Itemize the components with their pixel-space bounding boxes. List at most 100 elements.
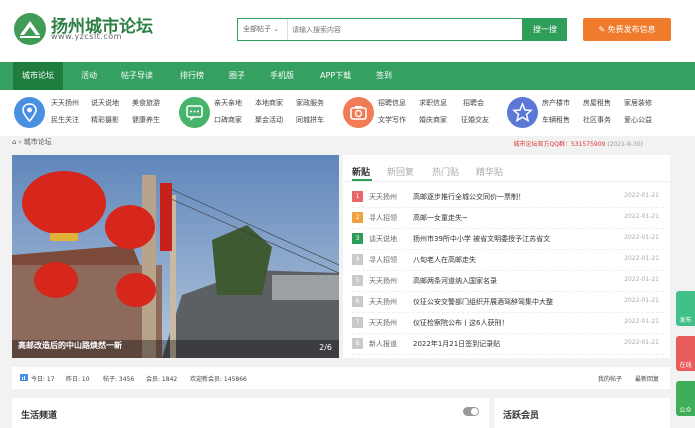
post-rank: 7: [352, 317, 363, 328]
post-row[interactable]: 1 天天扬州 高邮逐步推行全城公交同价一票制！ 2022-01-21: [352, 187, 664, 208]
cat-link[interactable]: 健康养生: [132, 115, 160, 125]
post-row[interactable]: 3 谈天说地 扬州市39所中小学 被省文明委授予江苏省文 2022-01-21: [352, 229, 664, 250]
post-category[interactable]: 谈天说地: [369, 234, 397, 244]
stats-threads: 帖子: 3456: [103, 376, 135, 383]
stats-yesterday: 昨日: 10: [66, 376, 90, 383]
tab-new-replies[interactable]: 新回复: [387, 165, 414, 178]
cat-link[interactable]: 口碑商家: [214, 115, 242, 125]
post-tabs-panel: 新贴 新回复 热门贴 精华贴 1 天天扬州 高邮逐步推行全城公交同价一票制！ 2022…: [343, 155, 670, 358]
cat-link[interactable]: 求职信息: [419, 98, 447, 108]
post-row[interactable]: 7 天天扬州 仪征检察院公布丨这6人获刑！ 2022-01-21: [352, 313, 664, 334]
cat-link[interactable]: 本地商家: [255, 98, 283, 108]
stats-bar: 今日: 17 昨日: 10 帖子: 3456 会员: 1842 欢迎新会员: 1…: [12, 367, 670, 389]
side-wechat-button[interactable]: 公众: [676, 381, 695, 416]
post-row[interactable]: 5 天天扬州 高邮两条河道纳入国家名录 2022-01-21: [352, 271, 664, 292]
nav-app-download[interactable]: APP下载: [320, 62, 351, 90]
post-row[interactable]: 2 寻人招领 高邮一女童走失~ 2022-01-21: [352, 208, 664, 229]
cat-link[interactable]: 民生关注: [51, 115, 79, 125]
main-nav: 城市论坛 活动 帖子导读 排行榜 圈子 手机版 APP下载 签到: [0, 62, 695, 90]
star-icon[interactable]: [507, 97, 538, 128]
cat-link[interactable]: 文学写作: [378, 115, 406, 125]
post-button-label: 免费发布信息: [607, 25, 656, 34]
nav-ranking[interactable]: 排行榜: [180, 62, 204, 90]
post-category[interactable]: 寻人招领: [369, 213, 397, 223]
side-publish-button[interactable]: 发布: [676, 291, 695, 326]
post-row[interactable]: 8 新人报道 2022年1月21日签到记录贴 2022-01-21: [352, 334, 664, 355]
nav-forum[interactable]: 城市论坛: [13, 62, 63, 90]
cat-link[interactable]: 说天说地: [91, 98, 119, 108]
search-button[interactable]: 搜一搜: [523, 18, 567, 41]
edit-icon: ✎: [598, 25, 608, 34]
camera-icon[interactable]: [343, 97, 374, 128]
post-title[interactable]: 八旬老人在高邮走失: [413, 255, 603, 265]
cat-link[interactable]: 美食旅游: [132, 98, 160, 108]
cat-link[interactable]: 社区事务: [583, 115, 611, 125]
cat-link[interactable]: 房产楼市: [542, 98, 570, 108]
site-url: www.yzcslt.com: [51, 32, 122, 41]
post-category[interactable]: 寻人招领: [369, 255, 397, 265]
cat-link[interactable]: 房屋租售: [583, 98, 611, 108]
logo-icon[interactable]: [14, 13, 46, 45]
cat-link[interactable]: 招聘信息: [378, 98, 406, 108]
banner-slideshow[interactable]: 高邮改造后的中山路焕然一新 2/6: [12, 155, 339, 358]
qq-group-date: (2021-9-30): [607, 141, 643, 148]
tab-hot-posts[interactable]: 热门贴: [432, 165, 459, 178]
post-title[interactable]: 高邮逐步推行全城公交同价一票制！: [413, 192, 603, 202]
post-title[interactable]: 扬州市39所中小学 被省文明委授予江苏省文: [413, 234, 603, 244]
cat-link[interactable]: 精彩摄影: [91, 115, 119, 125]
cat-link[interactable]: 婚庆商家: [419, 115, 447, 125]
post-category[interactable]: 天天扬州: [369, 192, 397, 202]
post-category[interactable]: 天天扬州: [369, 297, 397, 307]
banner-caption[interactable]: 高邮改造后的中山路焕然一新: [18, 340, 122, 351]
post-title[interactable]: 仪征公安交警部门组织开展酒驾醉驾集中大整: [413, 297, 603, 307]
cat-link[interactable]: 聚会活动: [255, 115, 283, 125]
post-button[interactable]: ✎ 免费发布信息: [583, 18, 671, 41]
location-icon[interactable]: [14, 97, 45, 128]
post-title[interactable]: 高邮两条河道纳入国家名录: [413, 276, 603, 286]
cat-link[interactable]: 天天扬州: [51, 98, 79, 108]
tab-featured-posts[interactable]: 精华贴: [476, 165, 503, 178]
post-rank: 2: [352, 212, 363, 223]
stats-welcome[interactable]: 欢迎新会员: 145866: [190, 374, 247, 383]
cat-link[interactable]: 车辆租售: [542, 115, 570, 125]
cat-link[interactable]: 爱心公益: [624, 115, 652, 125]
post-row[interactable]: 4 寻人招领 八旬老人在高邮走失 2022-01-21: [352, 250, 664, 271]
life-channel-title: 生活频道: [21, 411, 58, 421]
post-title[interactable]: 仪征检察院公布丨这6人获刑！: [413, 318, 603, 328]
nav-activity[interactable]: 活动: [81, 62, 97, 90]
post-category[interactable]: 天天扬州: [369, 276, 397, 286]
post-row[interactable]: 6 天天扬州 仪征公安交警部门组织开展酒驾醉驾集中大整 2022-01-21: [352, 292, 664, 313]
nav-circle[interactable]: 圈子: [229, 62, 245, 90]
post-category[interactable]: 天天扬州: [369, 318, 397, 328]
nav-checkin[interactable]: 签到: [376, 62, 392, 90]
post-date: 2022-01-21: [624, 192, 659, 199]
breadcrumb-current[interactable]: 城市论坛: [24, 138, 52, 146]
post-date: 2022-01-21: [624, 297, 659, 304]
cat-link[interactable]: 征婚交友: [461, 115, 489, 125]
tab-new-posts[interactable]: 新贴: [352, 165, 370, 178]
cat-link[interactable]: 同城拼车: [296, 115, 324, 125]
post-rank: 4: [352, 254, 363, 265]
toggle-icon[interactable]: [463, 407, 479, 416]
cat-link[interactable]: 亲天亲地: [214, 98, 242, 108]
post-category[interactable]: 新人报道: [369, 339, 397, 349]
post-title[interactable]: 2022年1月21日签到记录贴: [413, 339, 603, 349]
cat-link[interactable]: 家政服务: [296, 98, 324, 108]
home-icon[interactable]: ⌂: [12, 138, 16, 146]
post-date: 2022-01-21: [624, 276, 659, 283]
nav-mobile[interactable]: 手机版: [270, 62, 294, 90]
cat-link[interactable]: 家居装修: [624, 98, 652, 108]
side-online-button[interactable]: 在线: [676, 336, 695, 371]
nav-guide[interactable]: 帖子导读: [121, 62, 153, 90]
search-input[interactable]: [290, 19, 520, 40]
search-category-select[interactable]: 全部帖子 ⌄: [238, 19, 288, 40]
post-rank: 3: [352, 233, 363, 244]
post-date: 2022-01-21: [624, 318, 659, 325]
chat-icon[interactable]: [179, 97, 210, 128]
category-bar: 天天扬州 说天说地 美食旅游 民生关注 精彩摄影 健康养生 亲天亲地 本地商家 …: [0, 90, 695, 136]
post-title[interactable]: 高邮一女童走失~: [413, 213, 603, 223]
cat-link[interactable]: 招聘会: [463, 98, 484, 108]
search-box: 全部帖子 ⌄: [237, 18, 523, 41]
my-posts-link[interactable]: 我的帖子: [598, 374, 622, 383]
latest-reply-link[interactable]: 最新回复: [635, 374, 659, 383]
